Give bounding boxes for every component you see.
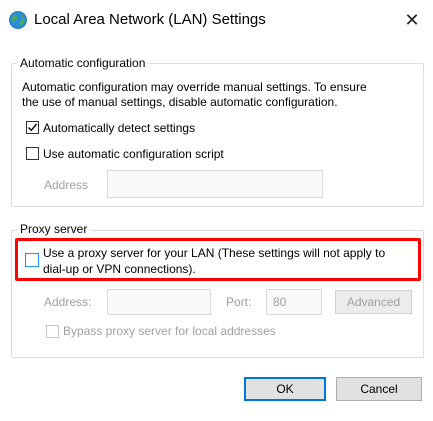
use-proxy-label-line2[interactable]: dial-up or VPN connections). (43, 262, 196, 276)
automatic-configuration-heading: Automatic configuration (17, 56, 149, 70)
window-title: Local Area Network (LAN) Settings (34, 11, 266, 28)
proxy-address-label: Address: (44, 295, 92, 309)
checkmark-icon (28, 123, 38, 132)
use-proxy-checkbox[interactable] (25, 253, 39, 267)
proxy-server-heading: Proxy server (17, 222, 91, 236)
automatic-configuration-description-line2: the use of manual settings, disable auto… (22, 95, 338, 109)
cancel-button[interactable]: Cancel (336, 377, 422, 401)
use-config-script-label[interactable]: Use automatic configuration script (43, 147, 224, 161)
title-bar: Local Area Network (LAN) Settings ✕ (0, 0, 433, 40)
bypass-local-label[interactable]: Bypass proxy server for local addresses (63, 324, 276, 338)
use-config-script-checkbox[interactable] (26, 147, 39, 160)
advanced-button[interactable]: Advanced (335, 290, 412, 314)
ok-button[interactable]: OK (244, 377, 326, 401)
close-button[interactable]: ✕ (400, 8, 424, 32)
automatic-configuration-description-line1: Automatic configuration may override man… (22, 80, 367, 94)
detect-settings-checkbox[interactable] (26, 121, 39, 134)
detect-settings-label[interactable]: Automatically detect settings (43, 121, 195, 135)
proxy-port-label: Port: (226, 295, 252, 309)
script-address-label: Address (44, 178, 89, 192)
bypass-local-checkbox[interactable] (46, 325, 59, 338)
proxy-port-field[interactable]: 80 (266, 289, 322, 315)
close-icon: ✕ (404, 10, 420, 30)
network-globe-icon (9, 11, 27, 29)
use-proxy-label-line1[interactable]: Use a proxy server for your LAN (These s… (43, 246, 385, 260)
script-address-field[interactable] (107, 170, 323, 198)
proxy-address-field[interactable] (107, 289, 211, 315)
